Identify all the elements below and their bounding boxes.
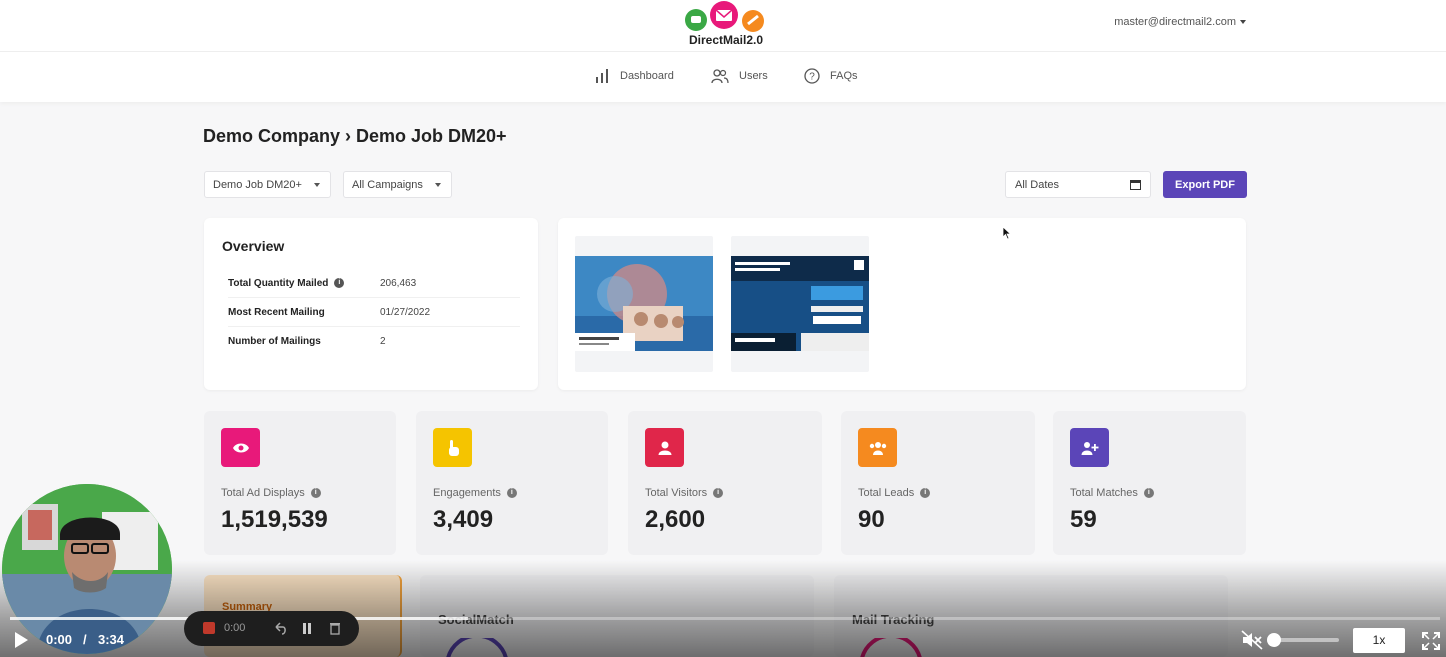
help-circle-icon: ? bbox=[804, 68, 820, 84]
user-email: master@directmail2.com bbox=[1114, 16, 1236, 28]
info-icon[interactable]: i bbox=[506, 488, 517, 498]
campaign-select-value: All Campaigns bbox=[352, 178, 423, 191]
stop-record-icon[interactable] bbox=[203, 622, 215, 634]
date-range-input[interactable]: All Dates bbox=[1005, 171, 1151, 198]
playback-speed-button[interactable]: 1x bbox=[1353, 628, 1405, 653]
volume-slider[interactable] bbox=[1273, 638, 1339, 642]
mail-tracking-card: Mail Tracking bbox=[834, 575, 1228, 657]
webcam-overlay bbox=[2, 484, 172, 654]
job-select[interactable]: Demo Job DM20+ bbox=[204, 171, 331, 198]
overview-title: Overview bbox=[222, 238, 285, 254]
nav-dashboard[interactable]: Dashboard bbox=[594, 68, 674, 84]
export-pdf-button[interactable]: Export PDF bbox=[1163, 171, 1247, 198]
overview-row: Most Recent Mailing 01/27/2022 bbox=[228, 298, 520, 327]
stat-card-visitors: Total Visitors i 2,600 bbox=[628, 411, 822, 555]
recorder-time: 0:00 bbox=[224, 622, 246, 634]
group-icon bbox=[858, 428, 897, 467]
postcard-back-thumbnail[interactable] bbox=[731, 236, 869, 372]
postcards-card bbox=[558, 218, 1246, 390]
trash-icon[interactable] bbox=[329, 621, 341, 635]
nav-faqs-label: FAQs bbox=[830, 70, 858, 82]
campaign-select[interactable]: All Campaigns bbox=[343, 171, 452, 198]
info-icon[interactable]: i bbox=[920, 488, 931, 498]
bar-chart-icon bbox=[596, 69, 608, 83]
stat-value: 59 bbox=[1070, 506, 1097, 533]
caret-down-icon bbox=[434, 182, 441, 187]
overview-row-value: 2 bbox=[380, 336, 386, 347]
date-range-placeholder: All Dates bbox=[1015, 178, 1060, 191]
main-nav: Dashboard Users ? FAQs bbox=[0, 52, 1446, 102]
stat-label: Total Matches bbox=[1070, 487, 1138, 499]
mail-tracking-ring-chart bbox=[860, 638, 922, 657]
video-time-separator: / bbox=[83, 632, 87, 647]
stat-card-leads: Total Leads i 90 bbox=[841, 411, 1035, 555]
eye-icon bbox=[221, 428, 260, 467]
stat-value: 90 bbox=[858, 506, 885, 533]
info-icon[interactable]: i bbox=[1143, 488, 1154, 498]
caret-down-icon bbox=[313, 182, 320, 187]
socialmatch-ring-chart bbox=[446, 638, 508, 657]
stat-value: 3,409 bbox=[433, 506, 494, 533]
stat-label: Engagements bbox=[433, 487, 501, 499]
overview-row: Total Quantity Mailed i 206,463 bbox=[228, 269, 520, 298]
users-icon bbox=[711, 69, 729, 84]
screen-recorder-bar: 0:00 bbox=[184, 611, 359, 646]
overview-card: Overview Total Quantity Mailed i 206,463 … bbox=[204, 218, 538, 390]
directmail-logo[interactable]: DirectMail2.0 bbox=[676, 0, 776, 50]
postcard-front-thumbnail[interactable] bbox=[575, 236, 713, 372]
video-duration: 3:34 bbox=[98, 632, 125, 647]
socialmatch-card: SocialMatch bbox=[420, 575, 814, 657]
nav-faqs[interactable]: ? FAQs bbox=[804, 68, 858, 84]
fullscreen-icon[interactable] bbox=[1422, 632, 1440, 650]
video-current-time: 0:00 bbox=[46, 632, 73, 647]
info-icon[interactable]: i bbox=[310, 488, 321, 498]
stat-label: Total Visitors bbox=[645, 487, 708, 499]
stat-card-ad-displays: Total Ad Displays i 1,519,539 bbox=[204, 411, 396, 555]
stat-card-matches: Total Matches i 59 bbox=[1053, 411, 1246, 555]
info-icon[interactable]: i bbox=[713, 488, 724, 498]
overview-row-label: Total Quantity Mailed bbox=[228, 277, 329, 289]
caret-down-icon bbox=[1240, 20, 1246, 25]
info-icon[interactable]: i bbox=[334, 278, 345, 288]
stat-value: 1,519,539 bbox=[221, 506, 328, 533]
pointer-hand-icon bbox=[433, 428, 472, 467]
nav-users-label: Users bbox=[739, 70, 768, 82]
mouse-cursor-icon bbox=[1002, 226, 1012, 240]
stat-label: Total Ad Displays bbox=[221, 487, 305, 499]
play-icon[interactable] bbox=[12, 630, 30, 650]
overview-row-label: Most Recent Mailing bbox=[228, 306, 325, 318]
nav-dashboard-label: Dashboard bbox=[620, 70, 674, 82]
user-menu[interactable]: master@directmail2.com bbox=[1114, 16, 1246, 28]
top-bar: DirectMail2.0 master@directmail2.com bbox=[0, 0, 1446, 52]
job-select-value: Demo Job DM20+ bbox=[213, 178, 302, 191]
stat-value: 2,600 bbox=[645, 506, 706, 533]
overview-row-label: Number of Mailings bbox=[228, 336, 321, 347]
calendar-icon bbox=[1130, 180, 1141, 190]
pause-icon[interactable] bbox=[302, 622, 312, 635]
stat-card-engagements: Engagements i 3,409 bbox=[416, 411, 608, 555]
svg-text:?: ? bbox=[809, 72, 815, 83]
overview-row-value: 01/27/2022 bbox=[380, 306, 431, 318]
volume-slider-handle[interactable] bbox=[1267, 633, 1281, 647]
muted-speaker-icon[interactable] bbox=[1241, 630, 1263, 650]
user-plus-icon bbox=[1070, 428, 1109, 467]
undo-icon[interactable] bbox=[273, 622, 287, 635]
overview-row: Number of Mailings 2 bbox=[228, 327, 520, 356]
stat-label: Total Leads bbox=[858, 487, 915, 499]
logo-text: DirectMail2.0 bbox=[689, 33, 763, 47]
overview-row-value: 206,463 bbox=[380, 277, 417, 289]
breadcrumb: Demo Company › Demo Job DM20+ bbox=[203, 126, 507, 146]
user-icon bbox=[645, 428, 684, 467]
nav-users[interactable]: Users bbox=[711, 68, 768, 84]
